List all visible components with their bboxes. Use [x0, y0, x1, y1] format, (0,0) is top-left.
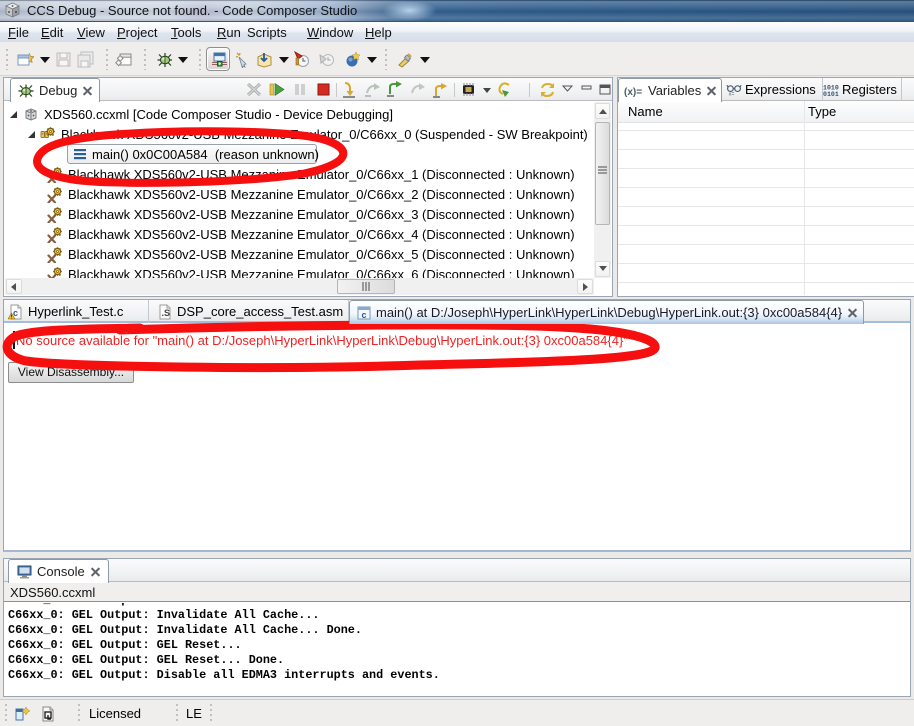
svg-text:0101: 0101: [823, 91, 839, 97]
svg-text:x=: x=: [729, 91, 735, 96]
svg-text:(x)=: (x)=: [624, 87, 642, 97]
svg-text:.S: .S: [162, 308, 171, 318]
svg-text:c: c: [362, 310, 367, 320]
